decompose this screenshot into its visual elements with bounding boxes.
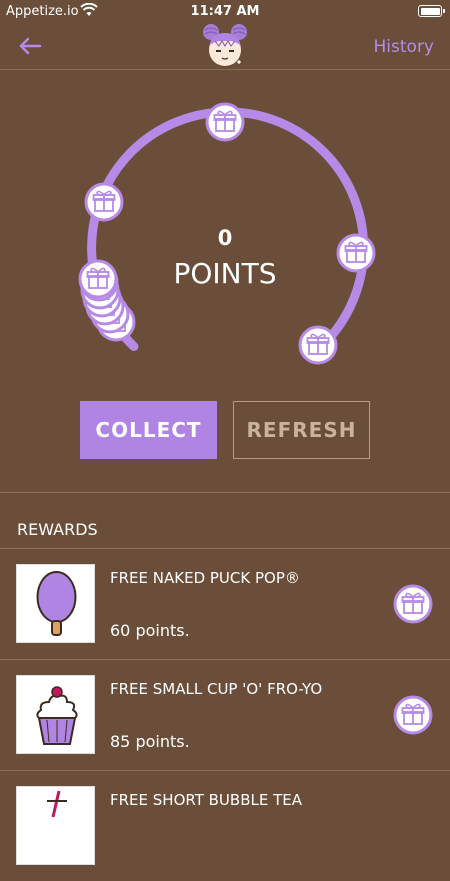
section-divider xyxy=(0,492,450,493)
collect-button[interactable]: COLLECT xyxy=(80,401,217,459)
reward-points: 60 points. xyxy=(110,621,190,640)
reward-points: 85 points. xyxy=(110,732,190,751)
reward-name: FREE NAKED PUCK POP® xyxy=(110,569,300,587)
reward-image xyxy=(16,675,95,754)
back-arrow-icon[interactable] xyxy=(16,34,44,58)
list-item[interactable]: FREE NAKED PUCK POP® 60 points. xyxy=(0,549,450,659)
points-label: POINTS xyxy=(173,257,277,290)
bubble-tea-icon xyxy=(47,790,67,818)
gift-icon[interactable] xyxy=(393,584,433,624)
points-value: 0 xyxy=(217,226,233,250)
reward-image xyxy=(16,564,95,643)
brand-logo xyxy=(203,24,247,66)
rewards-heading: REWARDS xyxy=(17,520,98,539)
refresh-button[interactable]: REFRESH xyxy=(233,401,370,459)
puck-pop-icon xyxy=(36,571,77,636)
reward-image xyxy=(16,786,95,865)
gift-icon xyxy=(298,325,338,365)
list-item[interactable]: FREE SHORT BUBBLE TEA xyxy=(0,771,450,881)
status-time: 11:47 AM xyxy=(190,4,260,19)
gift-icon xyxy=(84,182,124,222)
reward-name: FREE SHORT BUBBLE TEA xyxy=(110,791,302,809)
battery-icon xyxy=(418,5,445,17)
list-item[interactable]: FREE SMALL CUP 'O' FRO-YO 85 points. xyxy=(0,660,450,770)
gift-icon[interactable] xyxy=(393,695,433,735)
froyo-cup-icon xyxy=(36,686,78,745)
nav-bar: History xyxy=(0,24,450,70)
gift-icon xyxy=(205,102,245,142)
status-bar: Appetize.io 11:47 AM xyxy=(0,0,450,24)
history-link[interactable]: History xyxy=(374,37,434,57)
reward-name: FREE SMALL CUP 'O' FRO-YO xyxy=(110,680,323,698)
